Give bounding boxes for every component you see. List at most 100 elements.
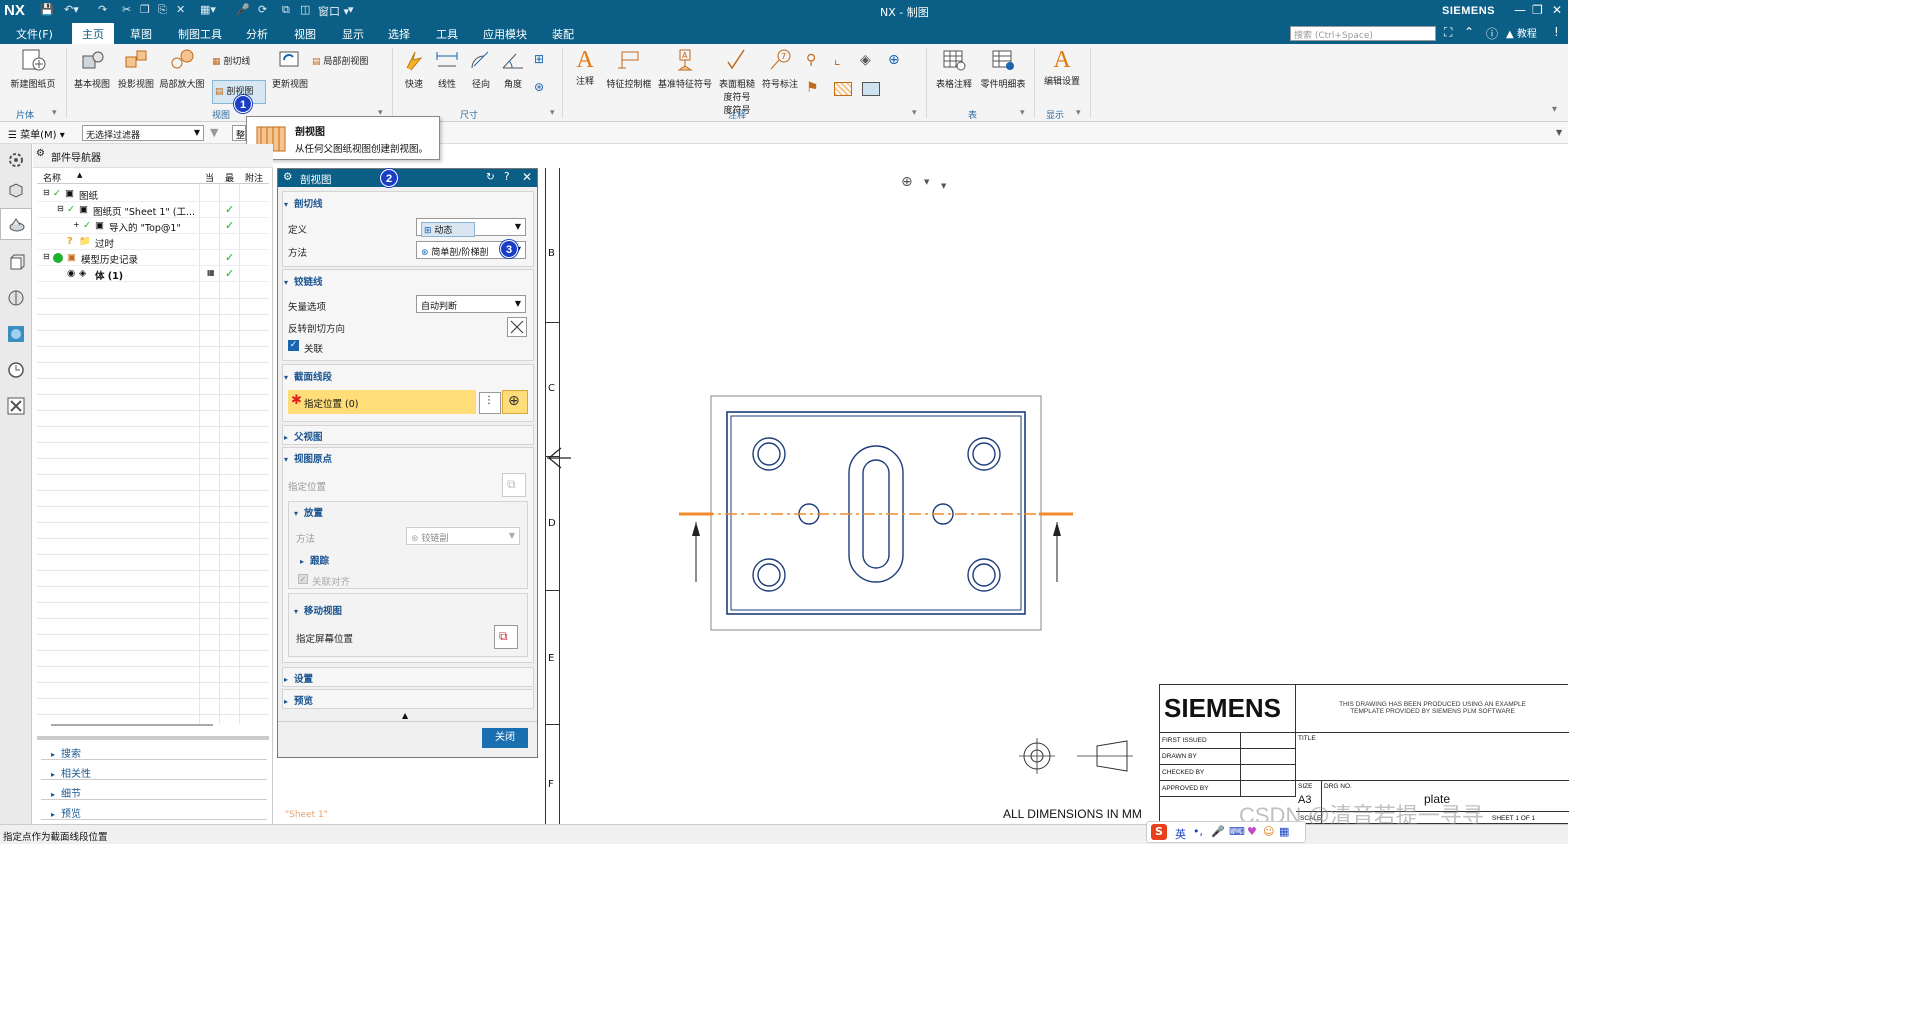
update-views-button[interactable]: 更新视图 (270, 48, 310, 90)
touch-mode-icon[interactable]: ⟳ (258, 3, 267, 16)
collapse-dialog-icon[interactable]: ▲ (402, 711, 408, 720)
segment-header[interactable]: ▾ 截面线段 (284, 369, 533, 383)
move-view-header[interactable]: ▾ 移动视图 (294, 603, 543, 617)
minimize-icon[interactable]: — (1514, 3, 1526, 17)
selection-bar-options-icon[interactable]: ▼ (1556, 128, 1562, 137)
panel-details[interactable]: ▸ 细节 (41, 782, 267, 800)
rapid-dimension-button[interactable]: 快速 (398, 48, 430, 90)
tools-icon[interactable] (6, 396, 26, 416)
window-menu[interactable]: 窗口 ▾ (318, 3, 349, 19)
base-view-drawing[interactable] (669, 388, 1089, 638)
snap-dropdown-icon[interactable]: ▼ (924, 178, 929, 186)
associative-checkbox[interactable]: ✓ (288, 340, 299, 351)
menu-file[interactable]: 文件(F) (16, 26, 53, 42)
panel-preview[interactable]: ▸ 预览 (41, 802, 267, 820)
collapse-ribbon-icon[interactable]: ⌃ (1464, 25, 1474, 39)
radial-dimension-button[interactable]: 径向 (466, 48, 496, 90)
close-button[interactable]: 关闭 (482, 728, 528, 748)
group-dropdown-icon[interactable]: ▾ (52, 108, 57, 118)
tree-row-out-of-date[interactable]: ? 📁 过时 (37, 234, 269, 250)
section-line-header[interactable]: ▾ 剖切线 (284, 196, 533, 210)
gear-icon[interactable] (6, 150, 26, 170)
track-header[interactable]: ▸ 跟踪 (300, 553, 549, 567)
collapse-icon[interactable]: ⊟ (43, 188, 50, 197)
fullscreen-icon[interactable]: ⛶ (1444, 25, 1452, 40)
copy-icon[interactable]: ❐ (140, 3, 150, 16)
linear-dimension-button[interactable]: 线性 (432, 48, 462, 90)
graphics-area-left[interactable]: "Sheet 1" (277, 758, 538, 824)
cut-icon[interactable]: ✂ (122, 3, 131, 16)
save-icon[interactable]: 💾 (40, 3, 54, 16)
angular-dimension-button[interactable]: 角度 (498, 48, 528, 90)
chamfer-dimension-icon[interactable]: ⊛ (534, 80, 544, 94)
point-dialog-button[interactable]: ⋮ (479, 392, 501, 414)
vector-option-select[interactable]: 自动判断 ▼ (416, 295, 526, 313)
tutorial-link[interactable]: ▲ 教程 (1506, 25, 1537, 40)
weld-symbol-icon[interactable]: ⌞ (834, 52, 841, 68)
window-switch-icon[interactable]: ⧉ (282, 3, 290, 17)
parts-list-button[interactable]: 零件明细表 (978, 48, 1028, 90)
ime-toolbar[interactable]: S 英 •, 🎤 ⌨ ♥ ☺ ▦ (1146, 821, 1306, 843)
placement-method-select[interactable]: ⊛ 铰链副 ▼ (406, 527, 520, 545)
reset-icon[interactable]: ↻ (486, 171, 495, 183)
section-line-button[interactable]: ▦ 剖切线 (212, 54, 268, 67)
horizontal-scrollbar[interactable] (51, 724, 213, 726)
splitter[interactable] (37, 736, 269, 740)
command-finder-icon[interactable]: ▦▾ (200, 3, 216, 16)
feature-control-frame-button[interactable]: 特征控制框 (604, 48, 654, 90)
tabular-note-button[interactable]: 表格注释 (932, 48, 976, 90)
reuse-library-icon[interactable] (6, 252, 26, 272)
menu-analysis[interactable]: 分析 (246, 26, 268, 42)
close-window-icon[interactable]: ✕ (1552, 3, 1562, 17)
fill-icon[interactable]: ◈ (860, 52, 871, 68)
image-icon[interactable] (862, 82, 880, 96)
close-dialog-icon[interactable]: ✕ (522, 170, 532, 184)
origin-specify-button[interactable]: ⧉ (502, 473, 526, 497)
toolbar-options-icon[interactable]: ▼ (941, 182, 946, 190)
column-notes[interactable]: 附注 (245, 171, 263, 184)
toolbox-icon[interactable]: ▦ (1279, 825, 1289, 838)
screen-position-button[interactable]: ⧉ (494, 625, 518, 649)
tree-row-body[interactable]: ◉ ◈ 体 (1) ▦ ✓ (37, 266, 269, 282)
view-origin-header[interactable]: ▾ 视图原点 (284, 451, 533, 465)
web-browser-icon[interactable] (6, 288, 26, 308)
menu-tools[interactable]: 工具 (436, 26, 458, 42)
part-navigator-tab[interactable] (0, 208, 32, 240)
alert-icon[interactable]: ! (1554, 25, 1559, 39)
expand-icon[interactable]: + (73, 220, 80, 229)
column-latest[interactable]: 最 (225, 171, 234, 184)
ime-language[interactable]: 英 (1175, 826, 1186, 842)
note-button[interactable]: A 注释 (568, 48, 602, 87)
group-dropdown-icon[interactable]: ▾ (912, 108, 917, 118)
undo-icon[interactable]: ↶▾ (64, 3, 79, 16)
search-icon[interactable]: ⚲ (1420, 25, 1429, 39)
skin-icon[interactable]: ♥ (1247, 825, 1257, 838)
menu-select[interactable]: 选择 (388, 26, 410, 42)
centerline-icon[interactable]: ⚲ (806, 52, 816, 68)
edit-settings-button[interactable]: A 编辑设置 (1040, 48, 1084, 87)
balloon-button[interactable]: 7 符号标注 (760, 48, 800, 90)
flag-icon[interactable]: ⚑ (806, 80, 819, 96)
microphone-icon[interactable]: 🎤 (236, 3, 250, 16)
globe-icon[interactable] (6, 324, 26, 344)
group-dropdown-icon[interactable]: ▾ (550, 108, 555, 118)
ribbon-options-icon[interactable]: ▾ (1552, 104, 1557, 115)
restore-icon[interactable]: ❐ (1532, 3, 1543, 17)
punctuation-icon[interactable]: •, (1193, 825, 1203, 838)
command-search-input[interactable]: 搜索 (Ctrl+Space) (1290, 26, 1436, 41)
point-snap-button[interactable]: ⊕ (502, 390, 528, 414)
assembly-filter-select[interactable]: 整 (232, 125, 246, 141)
new-sheet-button[interactable]: 新建图纸页 (6, 48, 60, 90)
datum-feature-symbol-button[interactable]: A 基准特征符号 (656, 48, 714, 90)
window-tile-icon[interactable]: ◫ (300, 3, 310, 16)
keyboard-icon[interactable]: ⌨ (1229, 825, 1245, 838)
graphics-window[interactable]: B C D E F ⊕ ▼ ▼ ALL DIMENSIONS IN MM SIE… (539, 168, 1569, 828)
emoji-icon[interactable]: ☺ (1263, 825, 1274, 838)
dialog-title-bar[interactable]: ⚙ 剖视图 ↻ ? ✕ (278, 169, 537, 187)
collapse-icon[interactable]: ⊟ (43, 252, 50, 261)
menu-sketch[interactable]: 草图 (130, 26, 152, 42)
menu-button[interactable]: ☰ 菜单(M) ▾ (8, 126, 65, 141)
parent-view-header[interactable]: ▸ 父视图 (284, 429, 533, 443)
base-view-button[interactable]: 基本视图 (70, 48, 114, 90)
type-filter-select[interactable]: 无选择过滤器 ▼ (82, 125, 204, 141)
